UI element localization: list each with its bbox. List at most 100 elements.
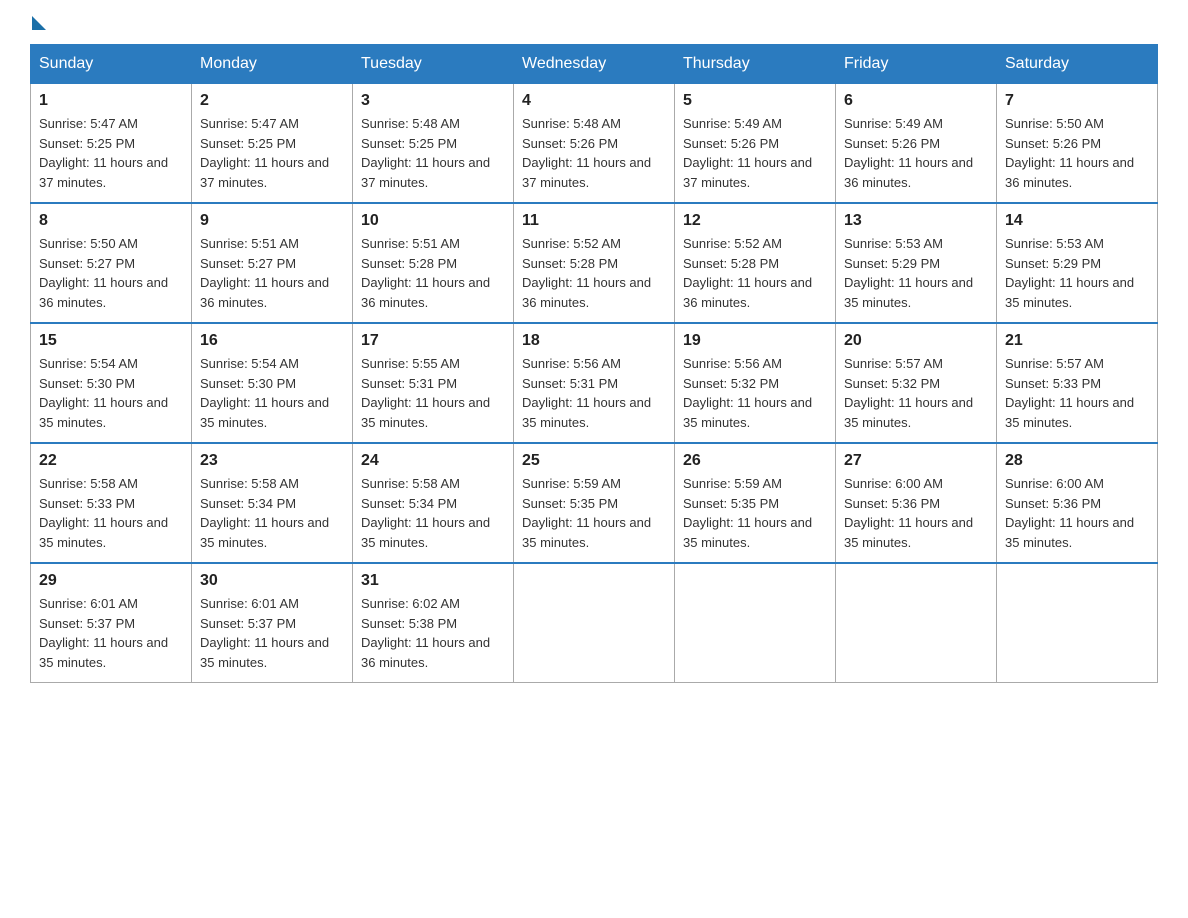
day-info: Sunrise: 5:56 AMSunset: 5:31 PMDaylight:…: [522, 354, 666, 432]
day-number: 3: [361, 92, 505, 110]
calendar-cell: 9 Sunrise: 5:51 AMSunset: 5:27 PMDaylight…: [192, 203, 353, 323]
day-info: Sunrise: 5:51 AMSunset: 5:27 PMDaylight:…: [200, 234, 344, 312]
day-number: 25: [522, 452, 666, 470]
day-number: 22: [39, 452, 183, 470]
day-info: Sunrise: 6:00 AMSunset: 5:36 PMDaylight:…: [844, 474, 988, 552]
day-number: 31: [361, 572, 505, 590]
calendar-cell: 8 Sunrise: 5:50 AMSunset: 5:27 PMDaylight…: [31, 203, 192, 323]
day-number: 5: [683, 92, 827, 110]
calendar-cell: [514, 563, 675, 683]
day-info: Sunrise: 5:52 AMSunset: 5:28 PMDaylight:…: [683, 234, 827, 312]
calendar-cell: 21 Sunrise: 5:57 AMSunset: 5:33 PMDayligh…: [997, 323, 1158, 443]
day-info: Sunrise: 5:58 AMSunset: 5:34 PMDaylight:…: [200, 474, 344, 552]
calendar-cell: 18 Sunrise: 5:56 AMSunset: 5:31 PMDayligh…: [514, 323, 675, 443]
calendar-week-row: 22 Sunrise: 5:58 AMSunset: 5:33 PMDayligh…: [31, 443, 1158, 563]
day-number: 20: [844, 332, 988, 350]
day-number: 6: [844, 92, 988, 110]
day-info: Sunrise: 5:59 AMSunset: 5:35 PMDaylight:…: [683, 474, 827, 552]
calendar-cell: 3 Sunrise: 5:48 AMSunset: 5:25 PMDaylight…: [353, 84, 514, 204]
calendar-week-row: 1 Sunrise: 5:47 AMSunset: 5:25 PMDaylight…: [31, 84, 1158, 204]
calendar-week-row: 15 Sunrise: 5:54 AMSunset: 5:30 PMDayligh…: [31, 323, 1158, 443]
calendar-body: 1 Sunrise: 5:47 AMSunset: 5:25 PMDaylight…: [31, 84, 1158, 683]
header-wednesday: Wednesday: [514, 45, 675, 84]
calendar-cell: 11 Sunrise: 5:52 AMSunset: 5:28 PMDayligh…: [514, 203, 675, 323]
calendar-cell: 17Sunrise: 5:55 AMSunset: 5:31 PMDayligh…: [353, 323, 514, 443]
calendar-cell: 24 Sunrise: 5:58 AMSunset: 5:34 PMDayligh…: [353, 443, 514, 563]
day-number: 15: [39, 332, 183, 350]
day-info: Sunrise: 5:47 AMSunset: 5:25 PMDaylight:…: [39, 114, 183, 192]
calendar-cell: 15 Sunrise: 5:54 AMSunset: 5:30 PMDayligh…: [31, 323, 192, 443]
calendar-cell: 1 Sunrise: 5:47 AMSunset: 5:25 PMDaylight…: [31, 84, 192, 204]
day-info: Sunrise: 6:02 AMSunset: 5:38 PMDaylight:…: [361, 594, 505, 672]
day-info: Sunrise: 5:51 AMSunset: 5:28 PMDaylight:…: [361, 234, 505, 312]
calendar-cell: 12 Sunrise: 5:52 AMSunset: 5:28 PMDayligh…: [675, 203, 836, 323]
calendar-cell: 27 Sunrise: 6:00 AMSunset: 5:36 PMDayligh…: [836, 443, 997, 563]
day-info: Sunrise: 5:54 AMSunset: 5:30 PMDaylight:…: [200, 354, 344, 432]
calendar-cell: 26 Sunrise: 5:59 AMSunset: 5:35 PMDayligh…: [675, 443, 836, 563]
calendar-cell: 19Sunrise: 5:56 AMSunset: 5:32 PMDayligh…: [675, 323, 836, 443]
day-number: 18: [522, 332, 666, 350]
calendar-cell: 30Sunrise: 6:01 AMSunset: 5:37 PMDayligh…: [192, 563, 353, 683]
day-info: Sunrise: 5:53 AMSunset: 5:29 PMDaylight:…: [1005, 234, 1149, 312]
day-info: Sunrise: 5:49 AMSunset: 5:26 PMDaylight:…: [683, 114, 827, 192]
day-number: 1: [39, 92, 183, 110]
day-info: Sunrise: 5:48 AMSunset: 5:25 PMDaylight:…: [361, 114, 505, 192]
calendar-cell: 23 Sunrise: 5:58 AMSunset: 5:34 PMDayligh…: [192, 443, 353, 563]
calendar-cell: 29Sunrise: 6:01 AMSunset: 5:37 PMDayligh…: [31, 563, 192, 683]
day-info: Sunrise: 5:58 AMSunset: 5:34 PMDaylight:…: [361, 474, 505, 552]
calendar-cell: 5 Sunrise: 5:49 AMSunset: 5:26 PMDaylight…: [675, 84, 836, 204]
day-number: 23: [200, 452, 344, 470]
day-info: Sunrise: 5:50 AMSunset: 5:26 PMDaylight:…: [1005, 114, 1149, 192]
calendar-cell: [997, 563, 1158, 683]
calendar-header-row: SundayMondayTuesdayWednesdayThursdayFrid…: [31, 45, 1158, 84]
day-info: Sunrise: 5:54 AMSunset: 5:30 PMDaylight:…: [39, 354, 183, 432]
day-number: 8: [39, 212, 183, 230]
day-number: 2: [200, 92, 344, 110]
calendar-cell: 7Sunrise: 5:50 AMSunset: 5:26 PMDaylight…: [997, 84, 1158, 204]
day-number: 30: [200, 572, 344, 590]
day-info: Sunrise: 5:58 AMSunset: 5:33 PMDaylight:…: [39, 474, 183, 552]
header-saturday: Saturday: [997, 45, 1158, 84]
day-info: Sunrise: 5:52 AMSunset: 5:28 PMDaylight:…: [522, 234, 666, 312]
header-thursday: Thursday: [675, 45, 836, 84]
day-number: 24: [361, 452, 505, 470]
day-info: Sunrise: 6:00 AMSunset: 5:36 PMDaylight:…: [1005, 474, 1149, 552]
day-info: Sunrise: 5:53 AMSunset: 5:29 PMDaylight:…: [844, 234, 988, 312]
day-info: Sunrise: 5:57 AMSunset: 5:33 PMDaylight:…: [1005, 354, 1149, 432]
calendar-cell: 14 Sunrise: 5:53 AMSunset: 5:29 PMDayligh…: [997, 203, 1158, 323]
calendar-cell: 25Sunrise: 5:59 AMSunset: 5:35 PMDayligh…: [514, 443, 675, 563]
header-friday: Friday: [836, 45, 997, 84]
header-monday: Monday: [192, 45, 353, 84]
day-number: 29: [39, 572, 183, 590]
day-info: Sunrise: 5:47 AMSunset: 5:25 PMDaylight:…: [200, 114, 344, 192]
calendar-cell: 2 Sunrise: 5:47 AMSunset: 5:25 PMDaylight…: [192, 84, 353, 204]
day-number: 27: [844, 452, 988, 470]
day-number: 11: [522, 212, 666, 230]
day-number: 13: [844, 212, 988, 230]
logo: [30, 20, 46, 24]
logo-arrow-icon: [32, 16, 46, 30]
calendar-cell: 13 Sunrise: 5:53 AMSunset: 5:29 PMDayligh…: [836, 203, 997, 323]
calendar-cell: 28Sunrise: 6:00 AMSunset: 5:36 PMDayligh…: [997, 443, 1158, 563]
calendar-cell: 6Sunrise: 5:49 AMSunset: 5:26 PMDaylight…: [836, 84, 997, 204]
day-info: Sunrise: 5:50 AMSunset: 5:27 PMDaylight:…: [39, 234, 183, 312]
calendar-cell: 22 Sunrise: 5:58 AMSunset: 5:33 PMDayligh…: [31, 443, 192, 563]
day-number: 12: [683, 212, 827, 230]
day-number: 10: [361, 212, 505, 230]
day-number: 21: [1005, 332, 1149, 350]
calendar-cell: 4 Sunrise: 5:48 AMSunset: 5:26 PMDaylight…: [514, 84, 675, 204]
calendar-week-row: 29Sunrise: 6:01 AMSunset: 5:37 PMDayligh…: [31, 563, 1158, 683]
day-number: 19: [683, 332, 827, 350]
day-number: 26: [683, 452, 827, 470]
day-number: 9: [200, 212, 344, 230]
calendar-cell: 10 Sunrise: 5:51 AMSunset: 5:28 PMDayligh…: [353, 203, 514, 323]
day-number: 16: [200, 332, 344, 350]
day-info: Sunrise: 5:48 AMSunset: 5:26 PMDaylight:…: [522, 114, 666, 192]
day-number: 4: [522, 92, 666, 110]
calendar-cell: 31 Sunrise: 6:02 AMSunset: 5:38 PMDayligh…: [353, 563, 514, 683]
header-tuesday: Tuesday: [353, 45, 514, 84]
day-number: 14: [1005, 212, 1149, 230]
calendar-cell: 20Sunrise: 5:57 AMSunset: 5:32 PMDayligh…: [836, 323, 997, 443]
calendar-table: SundayMondayTuesdayWednesdayThursdayFrid…: [30, 44, 1158, 683]
calendar-week-row: 8 Sunrise: 5:50 AMSunset: 5:27 PMDaylight…: [31, 203, 1158, 323]
